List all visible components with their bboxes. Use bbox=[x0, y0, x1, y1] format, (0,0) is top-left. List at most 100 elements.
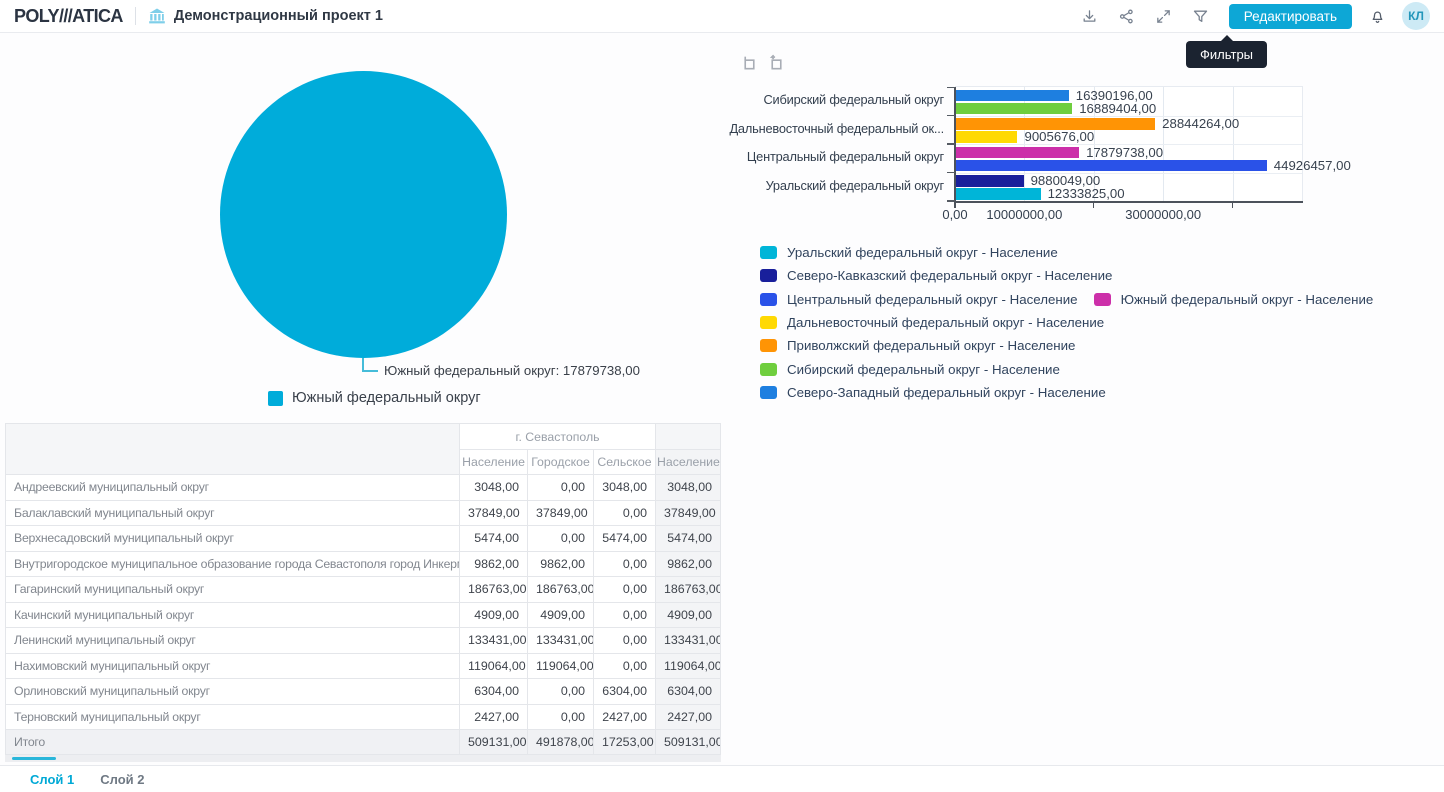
bank-icon bbox=[148, 7, 166, 25]
notifications-button[interactable] bbox=[1360, 8, 1394, 25]
row-value-cell: 133431,00 bbox=[460, 628, 528, 654]
y-axis-tick bbox=[947, 143, 955, 144]
share-button[interactable] bbox=[1108, 3, 1145, 29]
polymatica-logo: POLY///ATICA bbox=[14, 6, 123, 27]
row-value-cell: 0,00 bbox=[528, 526, 594, 552]
row-value-cell: 9862,00 bbox=[656, 551, 721, 577]
row-value-cell: 6304,00 bbox=[460, 679, 528, 705]
bar-chart-panel: Сибирский федеральный округДальневосточн… bbox=[730, 33, 1444, 765]
select-area-button[interactable] bbox=[740, 54, 759, 73]
legend-row: Северо-Кавказский федеральный округ - На… bbox=[760, 264, 1389, 287]
row-name-cell: Ленинский муниципальный округ bbox=[6, 628, 460, 654]
header-divider bbox=[135, 7, 136, 25]
table-hscrollbar-thumb[interactable] bbox=[12, 757, 56, 760]
row-value-cell: 0,00 bbox=[594, 602, 656, 628]
bar-segment[interactable] bbox=[955, 188, 1041, 200]
pie-legend-item[interactable]: Южный федеральный округ bbox=[268, 390, 481, 406]
row-value-cell: 0,00 bbox=[594, 551, 656, 577]
pie-callout-line-2 bbox=[362, 370, 378, 372]
legend-item[interactable]: Северо-Западный федеральный округ - Насе… bbox=[760, 385, 1106, 400]
row-value-cell: 37849,00 bbox=[656, 500, 721, 526]
bar-segment[interactable] bbox=[955, 131, 1017, 143]
download-icon bbox=[1081, 8, 1098, 25]
gridline-horizontal bbox=[955, 173, 1302, 174]
bar-value-label: 12333825,00 bbox=[1048, 188, 1125, 200]
legend-swatch bbox=[760, 293, 777, 306]
bar-segment[interactable] bbox=[955, 175, 1024, 187]
edit-button[interactable]: Редактировать bbox=[1229, 4, 1352, 29]
tab-layer-2[interactable]: Слой 2 bbox=[100, 772, 144, 787]
legend-label: Приволжский федеральный округ - Населени… bbox=[787, 338, 1075, 353]
fullscreen-icon bbox=[1155, 8, 1172, 25]
bar-segment[interactable] bbox=[955, 160, 1267, 172]
row-name-cell: Верхнесадовский муниципальный округ bbox=[6, 526, 460, 552]
table-row: Качинский муниципальный округ4909,004909… bbox=[6, 602, 721, 628]
legend-swatch bbox=[760, 269, 777, 282]
table-row: Гагаринский муниципальный округ186763,00… bbox=[6, 577, 721, 603]
bar-segment[interactable] bbox=[955, 90, 1069, 102]
avatar[interactable]: КЛ bbox=[1402, 2, 1430, 30]
legend-item[interactable]: Центральный федеральный округ - Населени… bbox=[760, 292, 1078, 307]
row-value-cell: 3048,00 bbox=[656, 475, 721, 501]
table-group-header: г. Севастополь bbox=[460, 424, 656, 450]
row-value-cell: 0,00 bbox=[528, 704, 594, 730]
pie-chart[interactable] bbox=[220, 71, 507, 358]
pie-callout-label: Южный федеральный округ: 17879738,00 bbox=[384, 363, 640, 378]
bar-category-labels: Сибирский федеральный округДальневосточн… bbox=[730, 86, 944, 200]
bar-segment[interactable] bbox=[955, 103, 1072, 115]
legend-item[interactable]: Южный федеральный округ - Население bbox=[1094, 292, 1374, 307]
table-corner-cell-right bbox=[656, 424, 721, 450]
table-hscrollbar-track[interactable] bbox=[5, 755, 721, 762]
legend-swatch bbox=[760, 339, 777, 352]
legend-label: Северо-Кавказский федеральный округ - На… bbox=[787, 268, 1112, 283]
x-axis-labels: 0,0010000000,0030000000,00 bbox=[955, 207, 1302, 223]
gridline-horizontal bbox=[955, 116, 1302, 117]
x-axis-tick bbox=[1093, 201, 1095, 208]
bar-value-label: 28844264,00 bbox=[1162, 118, 1239, 130]
row-name-cell: Андреевский муниципальный округ bbox=[6, 475, 460, 501]
row-value-cell: 186763,00 bbox=[460, 577, 528, 603]
table-row: Орлиновский муниципальный округ6304,000,… bbox=[6, 679, 721, 705]
row-value-cell: 9862,00 bbox=[528, 551, 594, 577]
row-value-cell: 6304,00 bbox=[594, 679, 656, 705]
legend-label: Уральский федеральный округ - Население bbox=[787, 245, 1058, 260]
legend-row: Уральский федеральный округ - Население bbox=[760, 241, 1389, 264]
row-value-cell: 119064,00 bbox=[460, 653, 528, 679]
legend-item[interactable]: Северо-Кавказский федеральный округ - На… bbox=[760, 268, 1112, 283]
row-value-cell: 509131,00 bbox=[656, 730, 721, 755]
legend-item[interactable]: Уральский федеральный округ - Население bbox=[760, 245, 1058, 260]
y-axis-tick bbox=[947, 172, 955, 173]
legend-item[interactable]: Приволжский федеральный округ - Населени… bbox=[760, 338, 1075, 353]
filters-tooltip: Фильтры bbox=[1186, 41, 1267, 68]
row-value-cell: 0,00 bbox=[594, 577, 656, 603]
row-value-cell: 0,00 bbox=[528, 679, 594, 705]
row-value-cell: 119064,00 bbox=[656, 653, 721, 679]
legend-swatch bbox=[760, 386, 777, 399]
legend-item[interactable]: Сибирский федеральный округ - Население bbox=[760, 362, 1060, 377]
legend-label: Сибирский федеральный округ - Население bbox=[787, 362, 1060, 377]
tab-layer-1[interactable]: Слой 1 bbox=[30, 772, 74, 787]
row-value-cell: 3048,00 bbox=[594, 475, 656, 501]
legend-swatch bbox=[760, 316, 777, 329]
row-value-cell: 5474,00 bbox=[594, 526, 656, 552]
top-header: POLY///ATICA Демонстрационный проект 1 bbox=[0, 0, 1444, 33]
reset-selection-button[interactable] bbox=[767, 54, 786, 73]
row-value-cell: 37849,00 bbox=[528, 500, 594, 526]
table-row: Внутригородское муниципальное образовани… bbox=[6, 551, 721, 577]
legend-row: Дальневосточный федеральный округ - Насе… bbox=[760, 311, 1389, 334]
column-header: Сельское bbox=[594, 450, 656, 475]
download-button[interactable] bbox=[1071, 3, 1108, 29]
bar-value-label: 16889404,00 bbox=[1079, 103, 1156, 115]
table-row: Балаклавский муниципальный округ37849,00… bbox=[6, 500, 721, 526]
row-value-cell: 509131,00 bbox=[460, 730, 528, 755]
bar-segment[interactable] bbox=[955, 147, 1079, 159]
fullscreen-button[interactable] bbox=[1145, 3, 1182, 29]
bar-segment[interactable] bbox=[955, 118, 1155, 130]
legend-item[interactable]: Дальневосточный федеральный округ - Насе… bbox=[760, 315, 1104, 330]
legend-row: Сибирский федеральный округ - Население bbox=[760, 357, 1389, 380]
column-header: Население bbox=[460, 450, 528, 475]
filters-button[interactable] bbox=[1182, 3, 1219, 29]
bar-value-label: 44926457,00 bbox=[1274, 160, 1351, 172]
layer-tabs: Слой 1 Слой 2 bbox=[0, 765, 1444, 792]
bar-chart-plot[interactable]: 16390196,0016889404,0028844264,009005676… bbox=[955, 86, 1303, 201]
